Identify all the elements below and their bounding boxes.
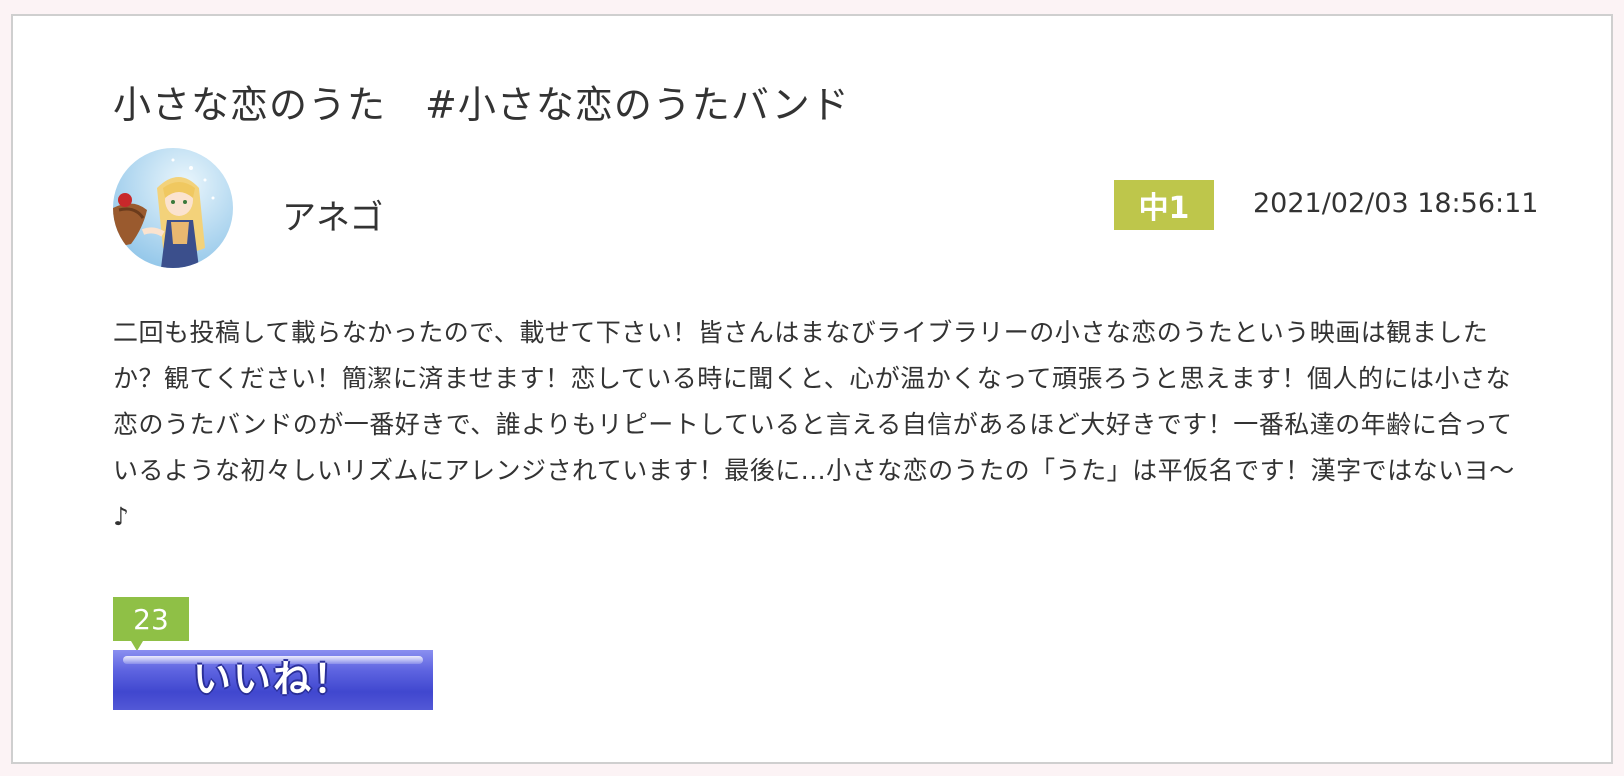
author-name[interactable]: アネゴ bbox=[282, 190, 383, 239]
post-card: 小さな恋のうた #小さな恋のうたバンド アネゴ 中1 2021/02/03 18… bbox=[11, 14, 1613, 764]
like-button-label: いいね！ bbox=[192, 659, 353, 701]
like-button[interactable]: いいね！ bbox=[113, 650, 433, 710]
post-timestamp: 2021/02/03 18:56:11 bbox=[1253, 188, 1539, 219]
like-count-badge: 23 bbox=[113, 597, 189, 651]
post-body: 二回も投稿して載らなかったので、載せて下さい！皆さんはまなびライブラリーの小さな… bbox=[113, 318, 1515, 531]
grade-badge: 中1 bbox=[1114, 180, 1214, 230]
avatar[interactable] bbox=[113, 148, 233, 268]
avatar-image bbox=[113, 148, 233, 268]
post-title: 小さな恋のうた #小さな恋のうたバンド bbox=[113, 83, 850, 127]
